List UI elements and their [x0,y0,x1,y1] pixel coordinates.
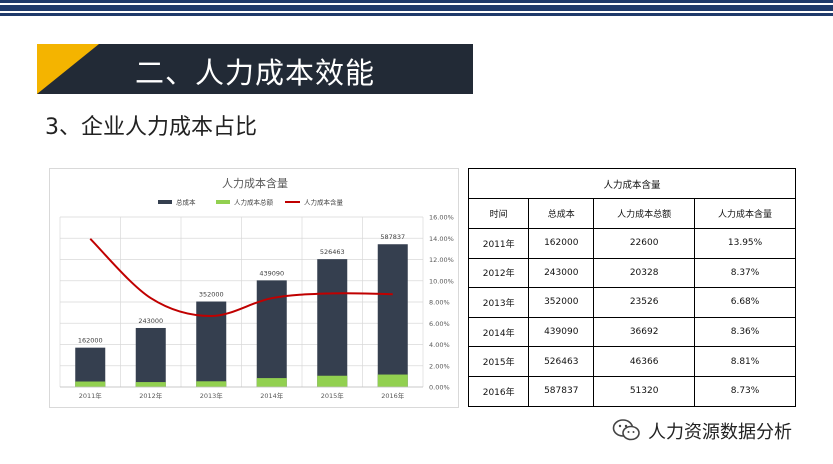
bar-hr-cost [135,382,166,387]
legend-label-total: 总成本 [176,198,196,207]
x-axis-tick-label: 2013年 [200,391,224,400]
right-axis-tick-label: 4.00% [429,341,450,349]
table-cell: 2011年 [467,228,530,259]
table-cell: 2013年 [467,287,530,318]
bar-hr-cost [317,375,348,387]
banner-accent-triangle [37,44,99,94]
right-axis-tick-label: 16.00% [429,214,454,222]
bar-data-label: 526463 [320,248,345,256]
table-cell: 46366 [593,346,696,377]
table-cell: 2014年 [467,316,530,348]
bar-hr-cost [256,378,287,387]
bar-data-label: 587837 [380,233,405,241]
bar-data-label: 162000 [78,337,103,345]
bar-hr-cost [196,381,227,387]
combo-chart: 人力成本含量 总成本 人力成本总额 人力成本含量 0.00% 2.00% 4.00% 6.00… [49,168,459,408]
table-cell: 2016年 [467,375,530,407]
bar-total-cost [317,259,348,387]
chart-title: 人力成本含量 [222,176,288,190]
bar-hr-cost [75,381,106,387]
table-cell: 526463 [528,346,595,377]
right-axis-tick-label: 6.00% [429,320,450,328]
table-header-row: 时间 总成本 人力成本总额 人力成本含量 [467,198,796,229]
table-cell: 36692 [593,316,696,348]
legend-swatch-total [158,200,172,204]
section-title: 二、人力成本效能 [135,56,376,90]
header-cell: 人力成本总额 [593,198,696,229]
right-axis-tick-label: 12.00% [429,256,454,264]
x-axis-tick-label: 2011年 [79,391,103,400]
table-row: 2016年 587837 51320 8.73% [467,375,796,407]
table-title: 人力成本含量 [468,168,796,199]
header-cell: 总成本 [528,198,595,229]
table-cell: 162000 [528,228,595,259]
table-cell: 2012年 [467,257,530,289]
table-cell: 243000 [528,257,595,289]
wechat-icon [612,419,640,441]
table-cell: 8.37% [694,257,796,289]
section-banner: 二、人力成本效能 [37,44,473,94]
slide-subtitle: 3、企业人力成本占比 [45,115,257,140]
bar-hr-cost [377,374,408,387]
bar-data-label: 439090 [259,269,284,277]
table-row: 2013年 352000 23526 6.68% [467,287,796,318]
watermark-text: 人力资源数据分析 [648,422,792,443]
table-cell: 13.95% [694,228,796,259]
right-axis-tick-label: 14.00% [429,235,454,243]
right-axis-tick-label: 8.00% [429,299,450,307]
table-cell: 8.36% [694,316,796,348]
x-axis-tick-label: 2014年 [260,391,284,400]
table-cell: 20328 [593,257,696,289]
bar-data-label: 243000 [138,317,163,325]
x-axis-tick-label: 2015年 [321,391,345,400]
bar-total-cost [75,347,106,387]
right-axis-tick-label: 2.00% [429,362,450,370]
legend-label-ratio: 人力成本含量 [304,198,344,207]
table-cell: 22600 [593,228,696,259]
header-cell: 人力成本含量 [694,198,796,229]
bar-total-cost [135,327,166,387]
bar-total-cost [377,244,408,387]
bar-data-label: 352000 [199,291,224,299]
legend-label-hr: 人力成本总额 [234,198,274,207]
table-row: 2015年 526463 46366 8.81% [467,346,796,377]
table-cell: 2015年 [467,346,530,377]
table-cell: 6.68% [694,287,796,318]
table-row: 2011年 162000 22600 13.95% [467,228,796,259]
top-stripe-band [0,0,833,22]
table-cell: 439090 [528,316,595,348]
right-axis-tick-label: 0.00% [429,384,450,392]
x-axis-tick-label: 2012年 [139,391,163,400]
data-table: 人力成本含量 时间 总成本 人力成本总额 人力成本含量 2011年 162000 2… [467,168,796,407]
x-axis-tick-label: 2016年 [381,391,405,400]
table-cell: 587837 [528,375,595,407]
top-stripe [0,13,833,16]
legend-swatch-hr [216,200,230,204]
header-cell: 时间 [467,198,530,229]
table-row: 2014年 439090 36692 8.36% [467,316,796,348]
table-cell: 8.81% [694,346,796,377]
table-cell: 352000 [528,287,595,318]
right-axis-tick-label: 10.00% [429,277,454,285]
table-cell: 23526 [593,287,696,318]
table-cell: 51320 [593,375,696,407]
table-cell: 8.73% [694,375,796,407]
chart-canvas: 人力成本含量总成本 人力成本总额 人力成本含量0.00%2.00%4.00%6.00… [59,176,454,400]
table-row: 2012年 243000 20328 8.37% [467,257,796,289]
